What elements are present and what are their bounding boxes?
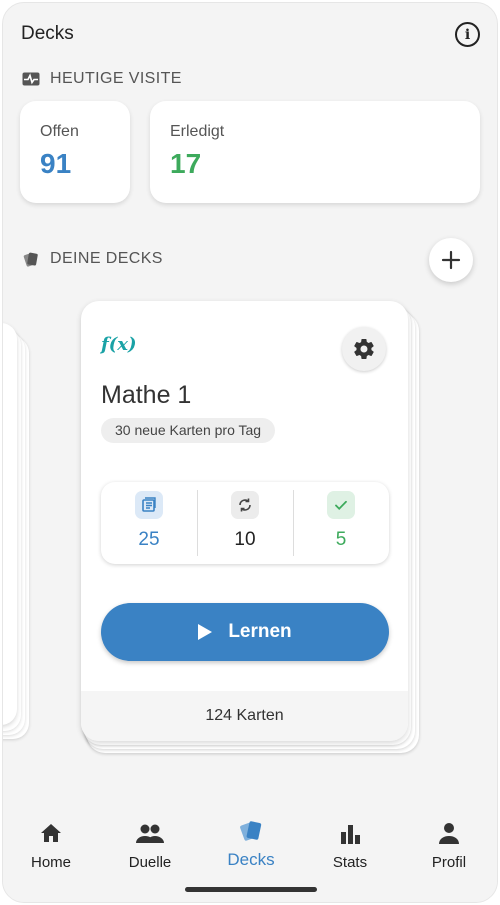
page-title: Decks (21, 23, 74, 44)
learn-button-label: Lernen (228, 621, 292, 642)
cards-icon (237, 817, 265, 845)
nav-label-decks: Decks (227, 850, 275, 869)
plus-icon (441, 250, 461, 270)
learn-button[interactable]: Lernen (101, 603, 389, 661)
list-icon (135, 491, 163, 519)
stat-open-value: 91 (40, 148, 72, 179)
stat-done-value: 17 (170, 148, 202, 179)
nav-item-duelle[interactable]: Duelle (110, 817, 190, 871)
pulse-icon (21, 69, 41, 89)
stat-done-label: Erledigt (170, 123, 225, 140)
nav-item-home[interactable]: Home (11, 817, 91, 871)
check-icon (327, 491, 355, 519)
section-today-label: HEUTIGE VISITE (50, 70, 182, 87)
deck-function-icon: f(x) (101, 334, 137, 355)
nav-label-home: Home (30, 854, 71, 871)
nav-item-profil[interactable]: Profil (409, 817, 489, 871)
cards-icon (21, 249, 41, 269)
nav-item-stats[interactable]: Stats (310, 817, 390, 871)
nav-label-stats: Stats (332, 854, 368, 871)
section-decks-label: DEINE DECKS (50, 250, 163, 267)
deck-new-per-day: 30 neue Karten pro Tag (101, 418, 276, 443)
play-icon (198, 624, 213, 640)
count-review: 10 (197, 482, 293, 564)
deck-footer: 124 Karten (81, 691, 408, 741)
people-icon (135, 817, 165, 845)
count-done: 5 (293, 482, 389, 564)
deck-card[interactable]: f(x) Mathe 1 30 neue Karten pro Tag 25 1… (81, 301, 408, 741)
info-icon[interactable]: i (455, 22, 480, 47)
nav-label-profil: Profil (431, 854, 467, 871)
count-review-value: 10 (234, 529, 256, 550)
top-bar: Decks i (3, 3, 497, 65)
deck-counts: 25 10 5 (101, 482, 389, 564)
deck-name: Mathe 1 (101, 381, 192, 409)
home-icon (38, 817, 64, 845)
stat-open-label: Offen (40, 123, 79, 140)
deck-settings-button[interactable] (342, 327, 386, 371)
app-screen: Decks i HEUTIGE VISITE Offen 91 Erledigt… (2, 2, 498, 903)
stat-card-open[interactable]: Offen 91 (20, 101, 130, 203)
section-today: HEUTIGE VISITE (21, 69, 182, 89)
nav-item-decks[interactable]: Decks (211, 817, 291, 870)
home-indicator[interactable] (185, 887, 317, 892)
add-deck-button[interactable] (429, 238, 473, 282)
count-new-value: 25 (138, 529, 160, 550)
deck-card-prev[interactable] (3, 323, 17, 725)
repeat-icon (231, 491, 259, 519)
person-icon (437, 817, 461, 845)
nav-label-duelle: Duelle (128, 854, 172, 871)
section-decks: DEINE DECKS (21, 249, 163, 269)
stat-card-done[interactable]: Erledigt 17 (150, 101, 480, 203)
deck-total-cards: 124 Karten (205, 707, 284, 724)
bar-chart-icon (338, 817, 362, 845)
gear-icon (354, 339, 374, 360)
count-new: 25 (101, 482, 197, 564)
count-done-value: 5 (335, 529, 347, 550)
